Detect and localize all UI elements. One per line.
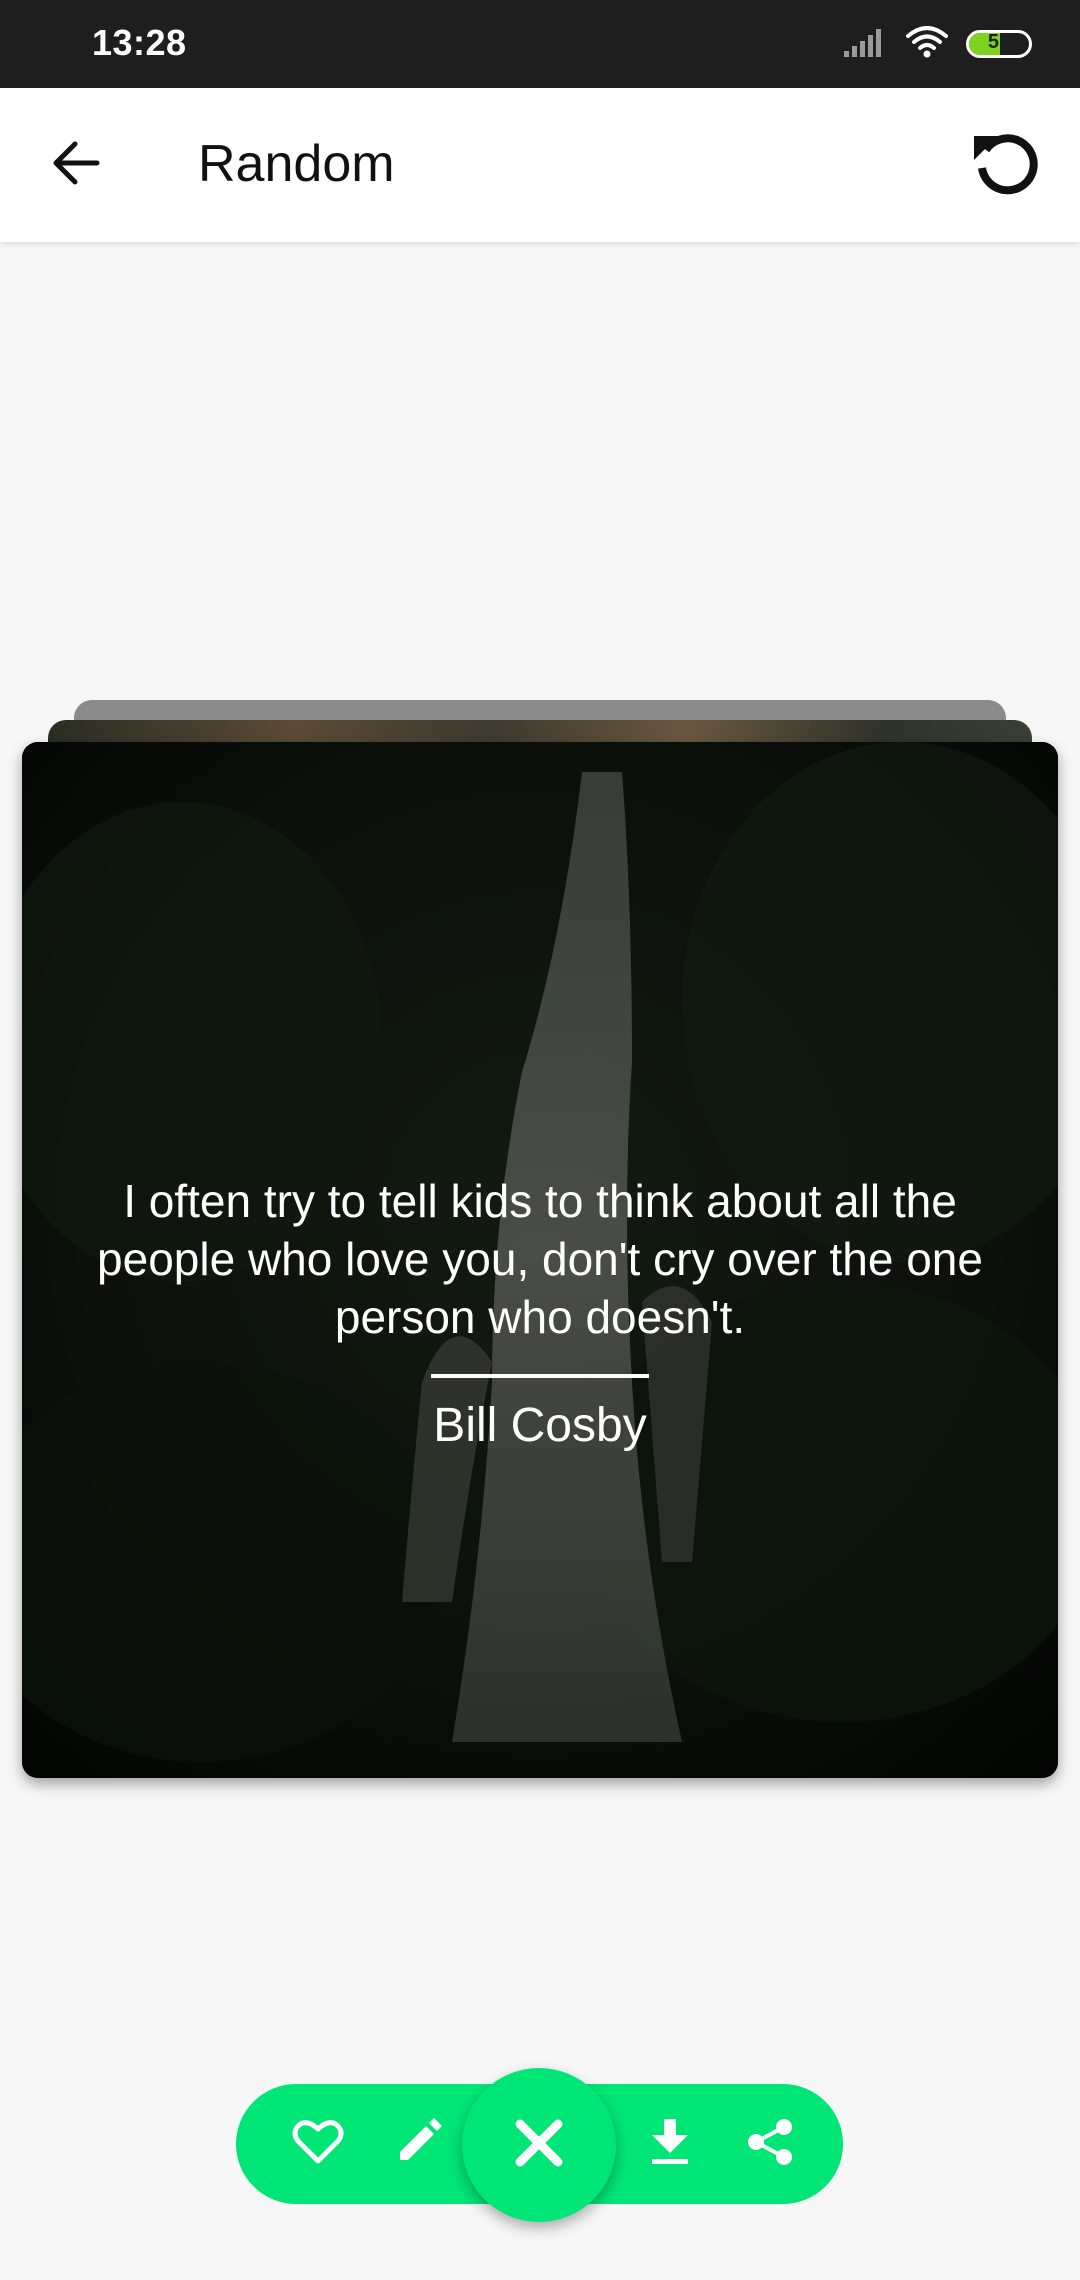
edit-icon bbox=[394, 2117, 442, 2171]
arrow-back-icon bbox=[51, 140, 101, 191]
page-title: Random bbox=[198, 135, 395, 193]
share-button[interactable] bbox=[730, 2104, 810, 2184]
quote-block: I often try to tell kids to think about … bbox=[52, 1172, 1028, 1456]
refresh-button[interactable] bbox=[960, 120, 1050, 210]
status-icons: 51 bbox=[844, 18, 1032, 70]
download-icon bbox=[650, 2118, 690, 2170]
refresh-icon bbox=[970, 128, 1040, 203]
quote-author: Bill Cosby bbox=[433, 1399, 647, 1452]
battery-icon: 51 bbox=[966, 30, 1032, 58]
download-button[interactable] bbox=[630, 2104, 710, 2184]
quote-card[interactable]: I often try to tell kids to think about … bbox=[22, 742, 1058, 1778]
status-bar: 13:28 51 bbox=[0, 0, 1080, 88]
favorite-button[interactable] bbox=[278, 2104, 358, 2184]
share-icon bbox=[746, 2118, 794, 2171]
close-button[interactable] bbox=[462, 2068, 616, 2222]
signal-icon bbox=[844, 27, 888, 62]
heart-icon bbox=[292, 2119, 344, 2170]
battery-level: 51 bbox=[987, 31, 1011, 53]
back-button[interactable] bbox=[36, 125, 116, 205]
close-icon bbox=[514, 2118, 564, 2173]
status-time: 13:28 bbox=[92, 22, 187, 63]
quote-divider bbox=[431, 1374, 649, 1378]
edit-button[interactable] bbox=[378, 2104, 458, 2184]
quote-text: I often try to tell kids to think about … bbox=[97, 1175, 983, 1343]
wifi-icon bbox=[906, 25, 948, 63]
app-bar: Random bbox=[0, 88, 1080, 242]
